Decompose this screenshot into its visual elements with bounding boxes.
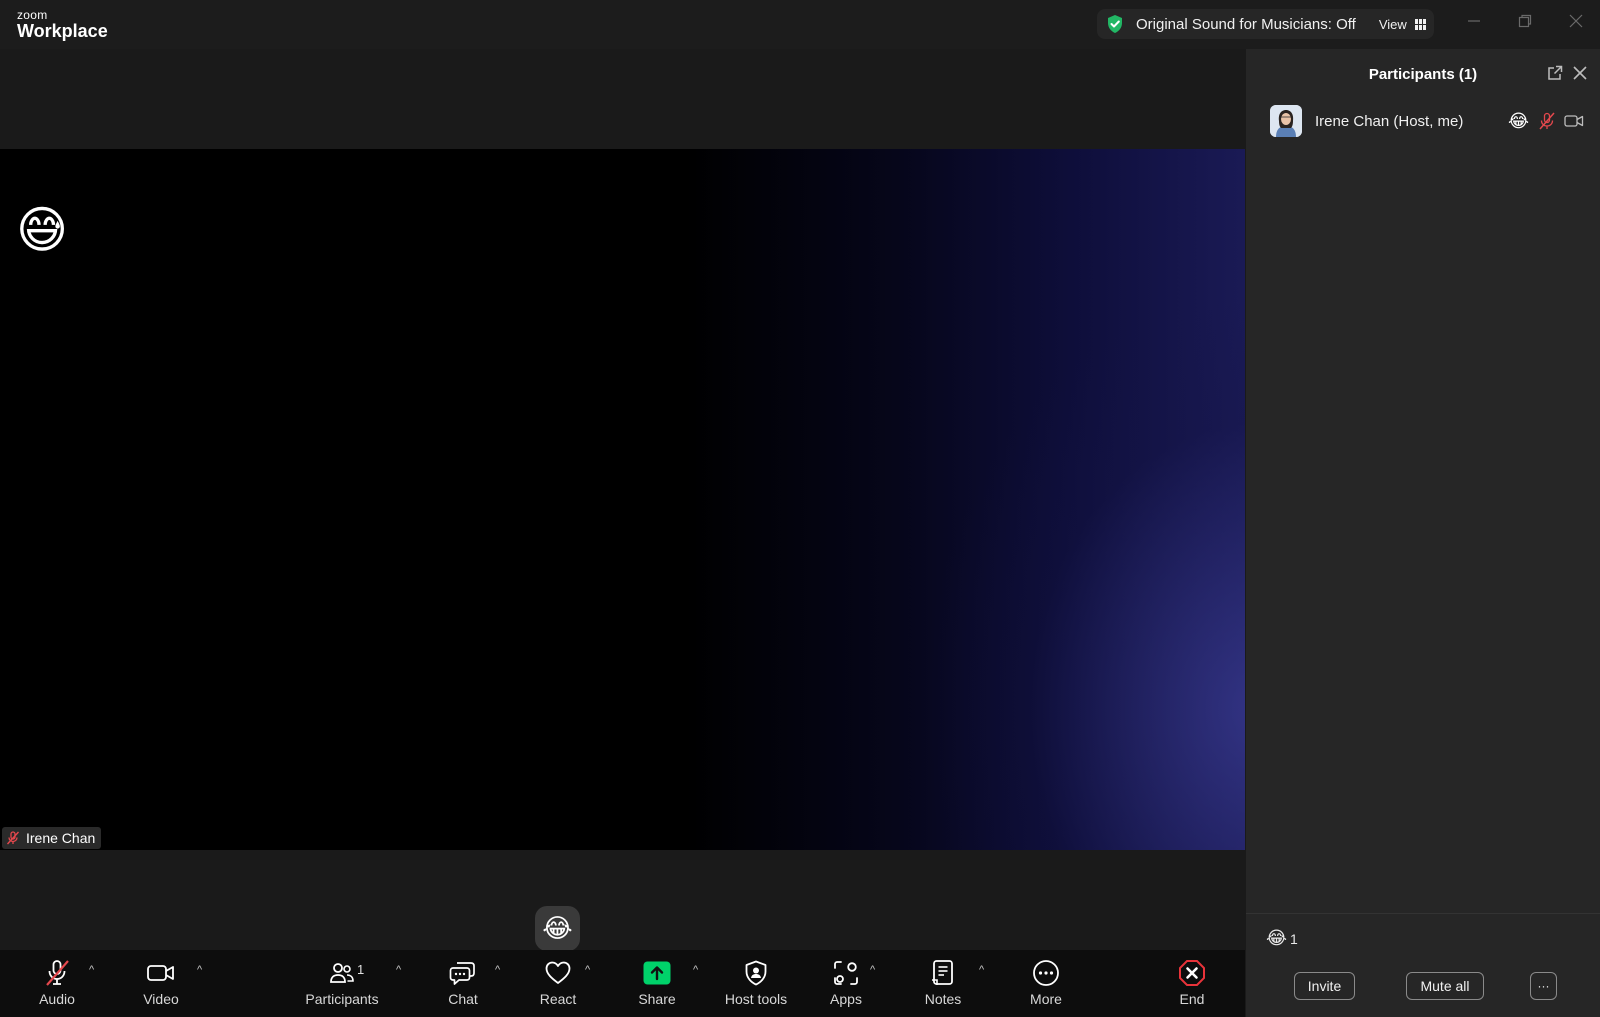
shield-check-icon bbox=[1108, 15, 1122, 33]
participants-options-caret[interactable]: ^ bbox=[396, 964, 401, 976]
host-shield-icon bbox=[745, 960, 767, 986]
share-label: Share bbox=[638, 991, 676, 1007]
notes-options-caret[interactable]: ^ bbox=[979, 964, 984, 976]
participant-row[interactable]: Irene Chan (Host, me) 😂 bbox=[1246, 105, 1600, 141]
more-icon bbox=[1033, 960, 1059, 986]
apps-options-caret[interactable]: ^ bbox=[870, 964, 875, 976]
app-logo: zoom Workplace bbox=[17, 9, 108, 40]
share-button[interactable]: Share bbox=[636, 950, 678, 1017]
close-panel-icon[interactable] bbox=[1571, 64, 1589, 82]
notes-label: Notes bbox=[924, 991, 962, 1007]
participant-video[interactable]: 😅 Irene Chan bbox=[0, 149, 1245, 850]
mute-all-button[interactable]: Mute all bbox=[1406, 972, 1484, 1000]
participants-icon bbox=[330, 963, 354, 983]
grid-view-icon bbox=[1414, 18, 1427, 30]
minimize-icon[interactable] bbox=[1462, 12, 1486, 36]
video-options-caret[interactable]: ^ bbox=[197, 964, 202, 976]
end-meeting-button[interactable]: End bbox=[1176, 950, 1208, 1017]
notes-button[interactable]: Notes bbox=[921, 950, 965, 1017]
panel-more-button[interactable]: ··· bbox=[1530, 972, 1557, 1000]
apps-label: Apps bbox=[830, 991, 862, 1007]
video-button[interactable]: Video bbox=[140, 950, 182, 1017]
participants-count: 1 bbox=[357, 962, 365, 977]
apps-icon bbox=[834, 961, 858, 985]
apps-button[interactable]: Apps bbox=[826, 950, 866, 1017]
chat-button[interactable]: Chat bbox=[443, 950, 483, 1017]
participants-panel: Participants (1) Irene Chan (Host, me) 😂 bbox=[1245, 49, 1600, 1017]
reaction-summary-count: 1 bbox=[1290, 930, 1298, 947]
audio-button[interactable]: Audio bbox=[36, 950, 78, 1017]
mic-off-icon bbox=[46, 960, 69, 986]
host-tools-label: Host tools bbox=[724, 991, 788, 1007]
reaction-summary-emoji: 😂 bbox=[1266, 928, 1288, 948]
avatar bbox=[1270, 105, 1302, 137]
original-sound-indicator[interactable]: Original Sound for Musicians: Off View bbox=[1097, 9, 1434, 39]
restore-icon[interactable] bbox=[1513, 12, 1537, 36]
share-screen-icon bbox=[643, 961, 671, 985]
mic-off-icon bbox=[6, 831, 20, 845]
participants-button[interactable]: Participants bbox=[302, 950, 382, 1017]
meeting-stage: 😅 Irene Chan bbox=[0, 49, 1245, 950]
meeting-toolbar: Audio ^ Video ^ Participants 1 ^ Chat ^ … bbox=[0, 950, 1245, 1017]
reaction-summary: 😂 1 bbox=[1266, 928, 1298, 949]
view-button[interactable]: View bbox=[1379, 17, 1427, 32]
audio-label: Audio bbox=[39, 991, 75, 1007]
audio-options-caret[interactable]: ^ bbox=[89, 964, 94, 976]
react-button[interactable]: React bbox=[537, 950, 579, 1017]
video-name-tag: Irene Chan bbox=[2, 827, 102, 849]
reaction-emoji: 😅 bbox=[16, 202, 69, 258]
participant-reaction: 😂 bbox=[1508, 111, 1530, 131]
share-options-caret[interactable]: ^ bbox=[693, 964, 698, 976]
close-icon[interactable] bbox=[1564, 12, 1588, 36]
view-label: View bbox=[1378, 16, 1407, 32]
video-camera-icon bbox=[147, 965, 174, 981]
video-name-label: Irene Chan bbox=[26, 830, 96, 846]
video-label: Video bbox=[143, 991, 179, 1007]
more-button[interactable]: More bbox=[1025, 950, 1067, 1017]
mic-muted-icon[interactable] bbox=[1538, 112, 1556, 130]
chat-options-caret[interactable]: ^ bbox=[495, 964, 500, 976]
react-label: React bbox=[539, 991, 577, 1007]
notes-icon bbox=[932, 960, 953, 985]
logo-big-text: Workplace bbox=[17, 21, 108, 41]
react-options-caret[interactable]: ^ bbox=[585, 964, 590, 976]
chat-icon bbox=[449, 962, 475, 985]
invite-button[interactable]: Invite bbox=[1294, 972, 1355, 1000]
participants-panel-footer: 😂 1 Invite Mute all ··· bbox=[1246, 913, 1600, 1017]
host-tools-button[interactable]: Host tools bbox=[722, 950, 790, 1017]
react-emoji-bubble[interactable]: 😂 bbox=[535, 906, 580, 951]
heart-icon bbox=[545, 961, 571, 984]
original-sound-status: Original Sound for Musicians: Off bbox=[1136, 15, 1356, 33]
participants-label: Participants bbox=[305, 991, 379, 1007]
logo-small-text: zoom bbox=[17, 8, 48, 22]
more-label: More bbox=[1030, 991, 1062, 1007]
end-label: End bbox=[1179, 991, 1205, 1007]
participant-name: Irene Chan (Host, me) bbox=[1315, 113, 1464, 130]
end-call-icon bbox=[1179, 960, 1205, 986]
video-camera-icon[interactable] bbox=[1564, 113, 1584, 129]
chat-label: Chat bbox=[448, 991, 478, 1007]
title-bar: zoom Workplace Original Sound for Musici… bbox=[0, 0, 1600, 49]
popout-icon[interactable] bbox=[1546, 64, 1564, 82]
